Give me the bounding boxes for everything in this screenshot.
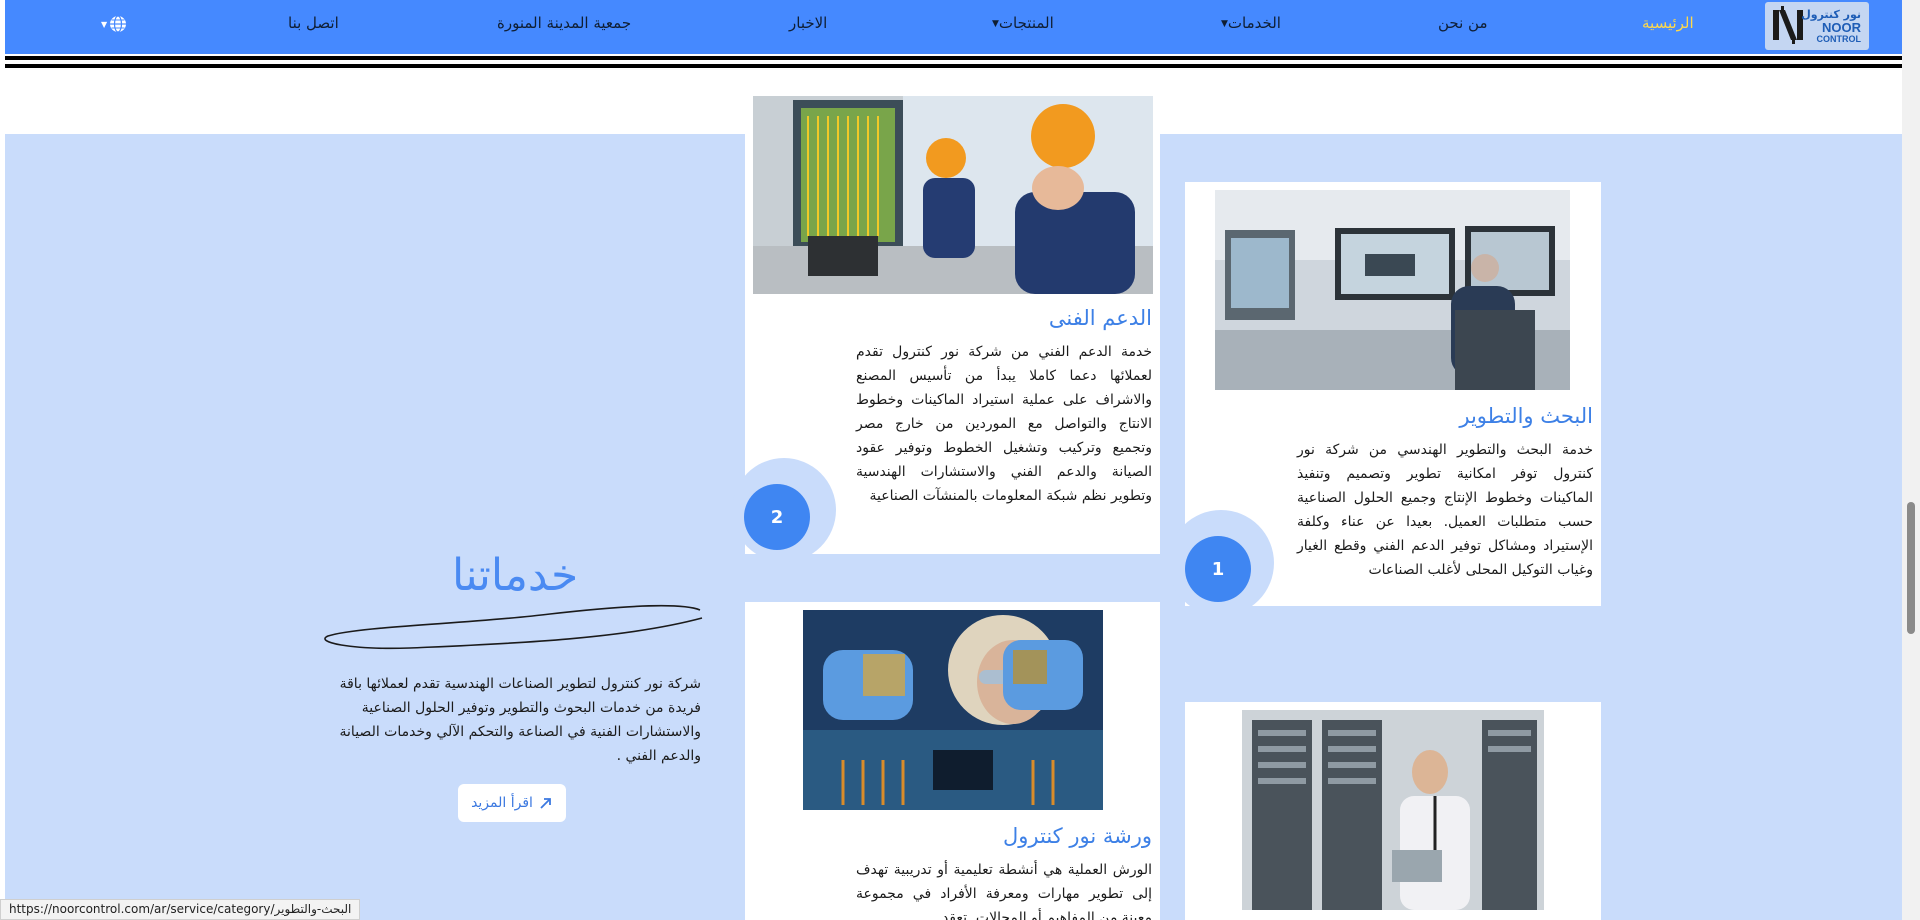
noor-logo-icon: [1773, 6, 1803, 44]
microchip-engineer-image: [803, 610, 1103, 810]
server-room-technician-image: [1242, 710, 1544, 910]
top-navbar: نور كنترول NOOR CONTROL الرئيسية من نحن …: [5, 0, 1902, 54]
chevron-down-icon[interactable]: ▼: [101, 20, 107, 29]
service-description: الورش العملية هي أنشطة تعليمية أو تدريبي…: [856, 862, 1152, 920]
header-divider: [5, 56, 1902, 60]
nav-news[interactable]: الاخبار: [789, 14, 827, 32]
page-scrollbar[interactable]: [1902, 0, 1920, 920]
chevron-down-icon: ▼: [992, 18, 999, 29]
nav-home[interactable]: الرئيسية: [1642, 14, 1694, 32]
decorative-swoosh: [324, 604, 703, 650]
service-card-network[interactable]: [1185, 702, 1601, 920]
service-description: خدمة الدعم الفني من شركة نور كنترول تقدم…: [856, 344, 1152, 504]
service-card-workshop[interactable]: ورشة نور كنترول الورش العملية هي أنشطة ت…: [745, 602, 1160, 920]
nav-madinah-association[interactable]: جمعية المدينة المنورة: [497, 14, 631, 32]
globe-icon[interactable]: [109, 15, 127, 33]
scrollbar-thumb[interactable]: [1907, 502, 1915, 634]
nav-products[interactable]: ▼المنتجات: [988, 14, 1054, 32]
service-number-badge: 1: [1185, 536, 1251, 602]
header-divider: [5, 64, 1902, 68]
engineer-workstation-image: [1215, 190, 1570, 390]
read-more-button[interactable]: اقرأ المزيد: [458, 784, 566, 822]
technicians-electrical-panel-image: [753, 96, 1153, 294]
logo-english-subtext: CONTROL: [1816, 34, 1862, 44]
read-more-label: اقرأ المزيد: [471, 795, 533, 811]
nav-services[interactable]: ▼الخدمات: [1217, 14, 1281, 32]
chevron-down-icon: ▼: [1221, 18, 1228, 29]
logo-english-text: NOOR: [1822, 20, 1861, 35]
nav-services-label: الخدمات: [1227, 14, 1281, 32]
services-section-bg: [5, 134, 745, 920]
service-title[interactable]: ورشة نور كنترول: [1003, 824, 1152, 848]
nav-about[interactable]: من نحن: [1438, 14, 1488, 32]
section-title: خدماتنا: [452, 550, 579, 601]
site-logo[interactable]: نور كنترول NOOR CONTROL: [1765, 2, 1869, 50]
nav-products-label: المنتجات: [998, 14, 1054, 32]
service-title[interactable]: الدعم الفنى: [1049, 306, 1152, 330]
service-description: خدمة البحث والتطوير الهندسي من شركة نور …: [1297, 442, 1593, 578]
nav-contact[interactable]: اتصل بنا: [288, 14, 339, 32]
services-intro-text: شركة نور كنترول لتطوير الصناعات الهندسية…: [339, 676, 701, 764]
service-number-badge: 2: [744, 484, 810, 550]
arrow-up-right-icon: [540, 798, 551, 809]
service-title[interactable]: البحث والتطوير: [1459, 404, 1593, 428]
link-preview-status-bar: https://noorcontrol.com/ar/service/categ…: [0, 899, 361, 920]
